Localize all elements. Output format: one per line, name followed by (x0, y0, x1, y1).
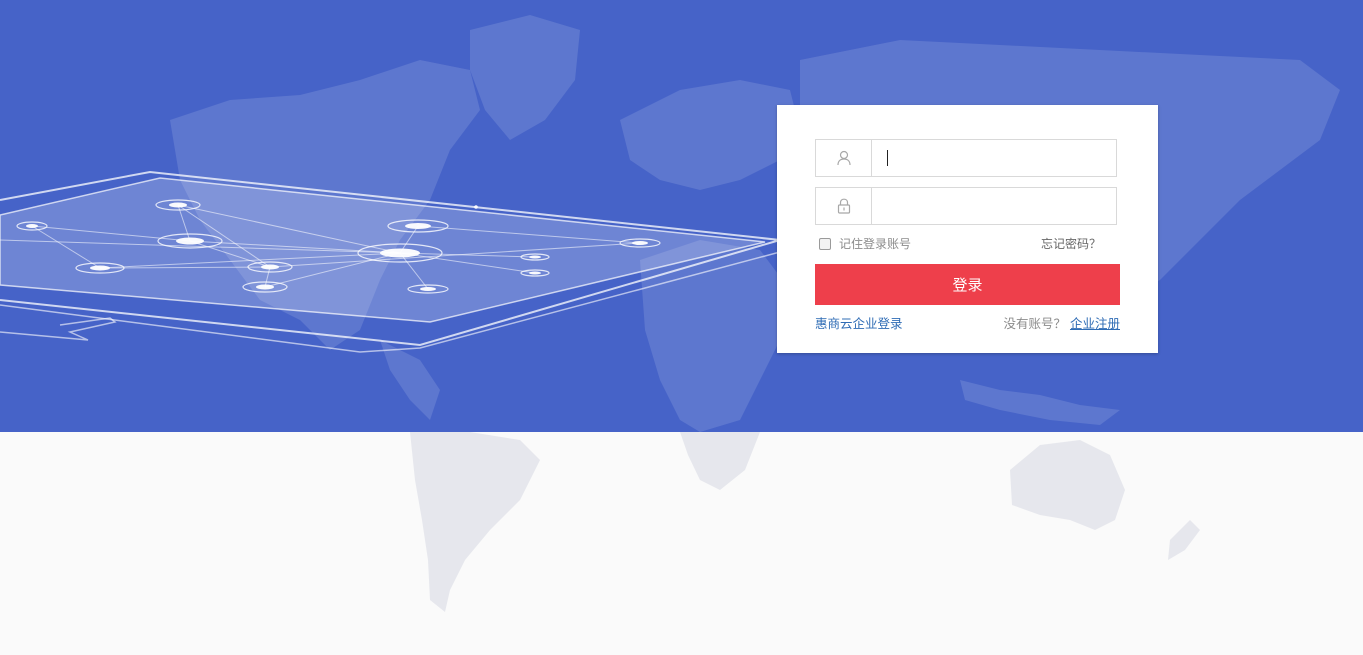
company-login-link[interactable]: 惠商云企业登录 (815, 315, 903, 333)
text-caret (887, 150, 888, 166)
login-page: 记住登录账号 忘记密码？ 登录 惠商云企业登录 没有账号？ 企业注册 (0, 0, 1363, 655)
remember-row: 记住登录账号 忘记密码？ (819, 236, 1109, 252)
login-button[interactable]: 登录 (815, 264, 1120, 305)
password-field[interactable] (815, 187, 1117, 225)
no-account-text: 没有账号？ (1003, 316, 1066, 331)
register-wrap: 没有账号？ 企业注册 (1003, 315, 1120, 333)
username-field[interactable] (815, 139, 1117, 177)
login-panel: 记住登录账号 忘记密码？ 登录 惠商云企业登录 没有账号？ 企业注册 (777, 105, 1158, 353)
register-link[interactable]: 企业注册 (1070, 316, 1120, 331)
lock-icon (816, 188, 872, 224)
remember-label[interactable]: 记住登录账号 (839, 236, 911, 252)
password-input[interactable] (872, 188, 1116, 224)
login-footer-row: 惠商云企业登录 没有账号？ 企业注册 (815, 315, 1120, 333)
tablet-network-illustration (0, 170, 781, 353)
username-input[interactable] (872, 140, 1116, 176)
remember-checkbox[interactable] (819, 238, 831, 250)
user-icon (816, 140, 872, 176)
forgot-password-link[interactable]: 忘记密码？ (1041, 236, 1101, 252)
